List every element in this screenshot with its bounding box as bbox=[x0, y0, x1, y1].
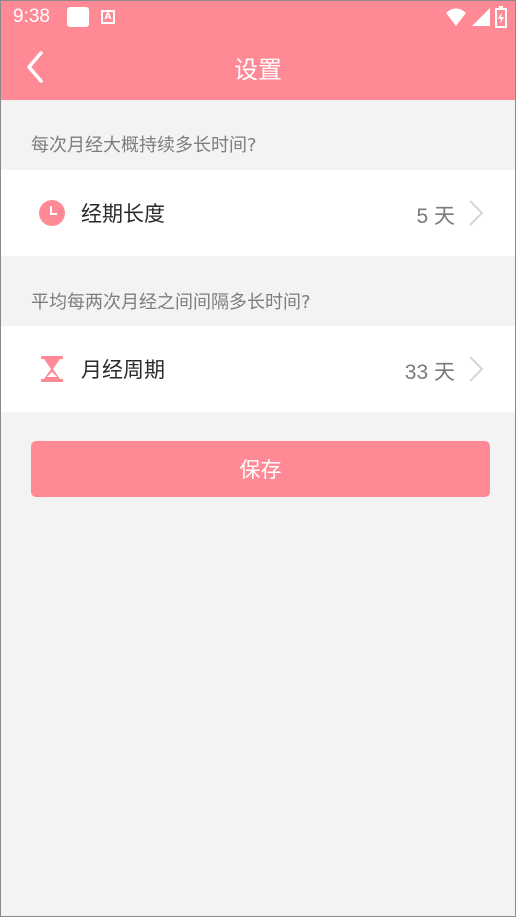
notification-icon bbox=[66, 6, 89, 27]
cycle-length-row[interactable]: 月经周期 33 天 bbox=[1, 326, 515, 412]
signal-icon bbox=[472, 8, 490, 26]
status-time: 9:38 bbox=[13, 5, 50, 27]
status-bar: 9:38 A bbox=[1, 1, 515, 32]
cycle-length-label: 月经周期 bbox=[81, 358, 165, 382]
cycle-question: 平均每两次月经之间间隔多长时间? bbox=[31, 292, 311, 313]
cycle-length-value: 33 天 bbox=[404, 361, 455, 384]
app-notification-icon: A bbox=[100, 9, 115, 24]
clock-icon bbox=[39, 200, 65, 226]
battery-icon bbox=[495, 6, 507, 28]
chevron-right-icon bbox=[469, 356, 484, 382]
header: 设置 bbox=[1, 32, 515, 100]
period-length-label: 经期长度 bbox=[81, 202, 165, 226]
period-length-row[interactable]: 经期长度 5 天 bbox=[1, 170, 515, 256]
page-title: 设置 bbox=[234, 56, 282, 84]
save-button[interactable]: 保存 bbox=[31, 441, 490, 497]
wifi-icon bbox=[446, 8, 466, 26]
chevron-right-icon bbox=[469, 200, 484, 226]
hourglass-icon bbox=[41, 356, 63, 382]
status-icons bbox=[445, 6, 507, 28]
period-length-value: 5 天 bbox=[416, 205, 455, 228]
period-question: 每次月经大概持续多长时间? bbox=[31, 135, 257, 156]
